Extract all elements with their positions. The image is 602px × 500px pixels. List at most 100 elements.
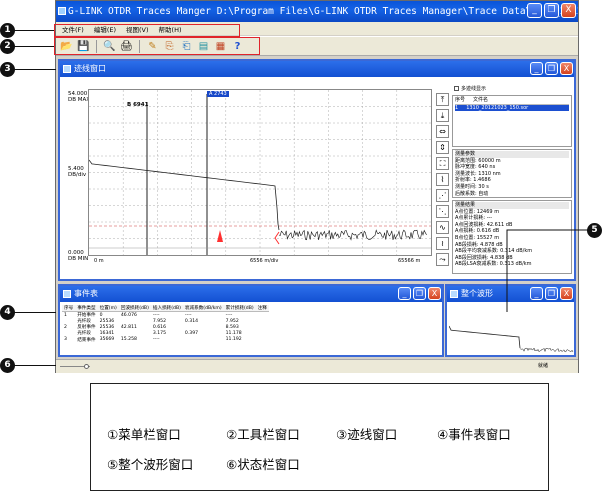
table-cell: 15.258 [120,337,137,343]
restore-button[interactable]: ❐ [545,62,558,75]
callout-number: 2 [0,39,15,54]
reflectance-icon[interactable]: ≀ [436,237,449,250]
callout-line-4 [14,312,56,313]
restore-button[interactable]: ❐ [413,287,426,300]
app-window: G-LINK OTDR Traces Manger D:\Program Fil… [55,0,579,373]
zoom-horizontal-icon[interactable]: ⇔ [436,125,449,138]
legend-item: ③迹线窗口 [336,427,398,442]
callout-line-3 [14,69,56,70]
event-marker-end-icon [274,231,280,245]
otdr-trace [88,159,280,231]
y-axis-bottom-label: 0.000 DB MIN [68,250,89,262]
table-cell: ---- [152,337,160,343]
col-position: 位置(m) [97,305,119,312]
table-row[interactable]: 2 反射事件 25536 42.811 0.616 8.593 [62,324,269,331]
trace-shift-icon[interactable]: ⤳ [436,253,449,266]
plot-grid [89,90,431,255]
zoom-in-icon[interactable]: ⤒ [436,93,449,106]
events-window-title: 事件表 [74,289,98,298]
param-line: 后散系数: 自动 [455,190,489,197]
callout-number: 5 [587,223,602,238]
y-axis-top-label: 54.000 DB MAX [68,91,91,103]
multi-trace-checkbox[interactable] [454,85,459,91]
minimize-button[interactable]: _ [530,62,543,75]
trace-window: 迹线窗口 _ ❐ X 54.000 DB MAX 5.400 DB/div 0.00… [58,59,576,281]
minimize-button[interactable]: _ [527,3,542,18]
table-row[interactable]: 3 结束事件 35669 15.258 ---- 11.192 [62,337,269,343]
trace-window-title-bar[interactable]: 迹线窗口 _ ❐ X [60,61,574,77]
param-line: 脉冲宽度: 640 ns [455,164,496,171]
multi-trace-label: 多迹线显示 [461,85,487,92]
whole-noise [519,347,574,353]
table-cell: 3 [64,337,67,343]
legend-item: ⑥状态栏窗口 [226,457,300,472]
callout-line-1 [14,30,54,31]
callout-number: 1 [0,23,15,38]
whole-window-title: 整个波形 [461,289,493,298]
x-axis-right-label: 65566 m [398,258,421,264]
legend-item: ⑤整个波形窗口 [107,457,194,472]
callout-number: 3 [0,62,15,77]
col-insertion-loss: 插入损耗(dB) [150,305,183,312]
x-axis-left-label: 0 m [94,258,104,264]
table-cell: 11.192 [225,337,242,343]
legend-item: ④事件表窗口 [437,427,511,442]
params-title: 测量参数 [455,151,569,158]
table-cell: 35669 [99,337,115,343]
file-table-header: 序号 文件名 [455,97,569,105]
col-type: 事件类型 [75,305,98,312]
app-title-bar[interactable]: G-LINK OTDR Traces Manger D:\Program Fil… [56,1,578,22]
statusbar: 就绪 [56,359,578,373]
events-window: 事件表 _ ❐ X 序号 事件类型 位置(m) 回波损耗(dB) 插入损耗(dB… [58,284,444,357]
whole-trace [449,325,521,349]
close-button[interactable]: X [561,3,576,18]
legend-box: ①菜单栏窗口 ②工具栏窗口 ③迹线窗口 ④事件表窗口 ⑤整个波形窗口 ⑥状态栏窗… [90,383,549,491]
table-cell: 结束事件 [77,337,96,343]
table-cell: 开始事件 [77,313,96,318]
param-line: 折射率: 1.4686 [455,177,491,184]
y-axis-mid-label: 5.400 DB/div [68,166,87,178]
results-title: 测量结果 [455,202,569,209]
events-table-header: 序号 事件类型 位置(m) 回波损耗(dB) 插入损耗(dB) 衰减系数(dB/… [62,305,269,312]
callout-number: 4 [0,305,15,320]
full-view-icon[interactable]: ⛶ [436,157,449,170]
trace-plot[interactable]: B 6941 A 2743 [88,89,432,256]
file-row[interactable]: 1 1310_20121023_150.sor [455,104,569,112]
window-icon [450,290,458,298]
window-icon [63,290,71,298]
callout-number: 6 [0,358,15,373]
table-cell [183,337,224,343]
events-window-title-bar[interactable]: 事件表 _ ❐ X [60,286,442,302]
app-icon [58,7,66,15]
window-icon [63,65,71,73]
col-cumulative-loss: 累计损耗(dB) [223,305,256,312]
file-list-panel: 序号 文件名 1 1310_20121023_150.sor [452,95,572,147]
marker-a-label[interactable]: A 2743 [207,91,229,97]
multi-trace-toggle[interactable]: 多迹线显示 [454,83,572,93]
events-table: 序号 事件类型 位置(m) 回波损耗(dB) 插入损耗(dB) 衰减系数(dB/… [62,305,269,343]
trace-window-title: 迹线窗口 [74,64,106,73]
two-point-icon[interactable]: ⋰ [436,189,449,202]
legend-item: ②工具栏窗口 [226,427,300,442]
table-cell [256,337,269,343]
five-point-icon[interactable]: ⋱ [436,205,449,218]
table-cell: 反射事件 [77,325,96,331]
file-col-name: 文件名 [473,97,489,103]
close-button[interactable]: X [428,287,441,300]
status-text: 就绪 [537,363,548,369]
minimize-button[interactable]: _ [398,287,411,300]
close-button[interactable]: X [560,62,573,75]
lsa-icon[interactable]: ∿ [436,221,449,234]
menubar-highlight [54,24,240,37]
marker-ab-icon[interactable]: ⌇ [436,173,449,186]
events-table-body: 1 开始事件 0 46.076 ---- ---- ---- 光纤段 25536 7.952 0.3… [62,312,269,343]
trace-tools: ⤒ ⤓ ⇔ ⇕ ⛶ ⌇ ⋰ ⋱ ∿ ≀ ⤳ [436,93,449,266]
progress-knob [84,364,89,369]
trace-plot-svg [88,90,431,255]
restore-button[interactable]: ❐ [544,3,559,18]
callout-line-5 [506,229,597,312]
callout-line-2 [14,46,54,47]
zoom-vertical-icon[interactable]: ⇕ [436,141,449,154]
zoom-out-icon[interactable]: ⤓ [436,109,449,122]
callout-line-6 [14,365,56,366]
